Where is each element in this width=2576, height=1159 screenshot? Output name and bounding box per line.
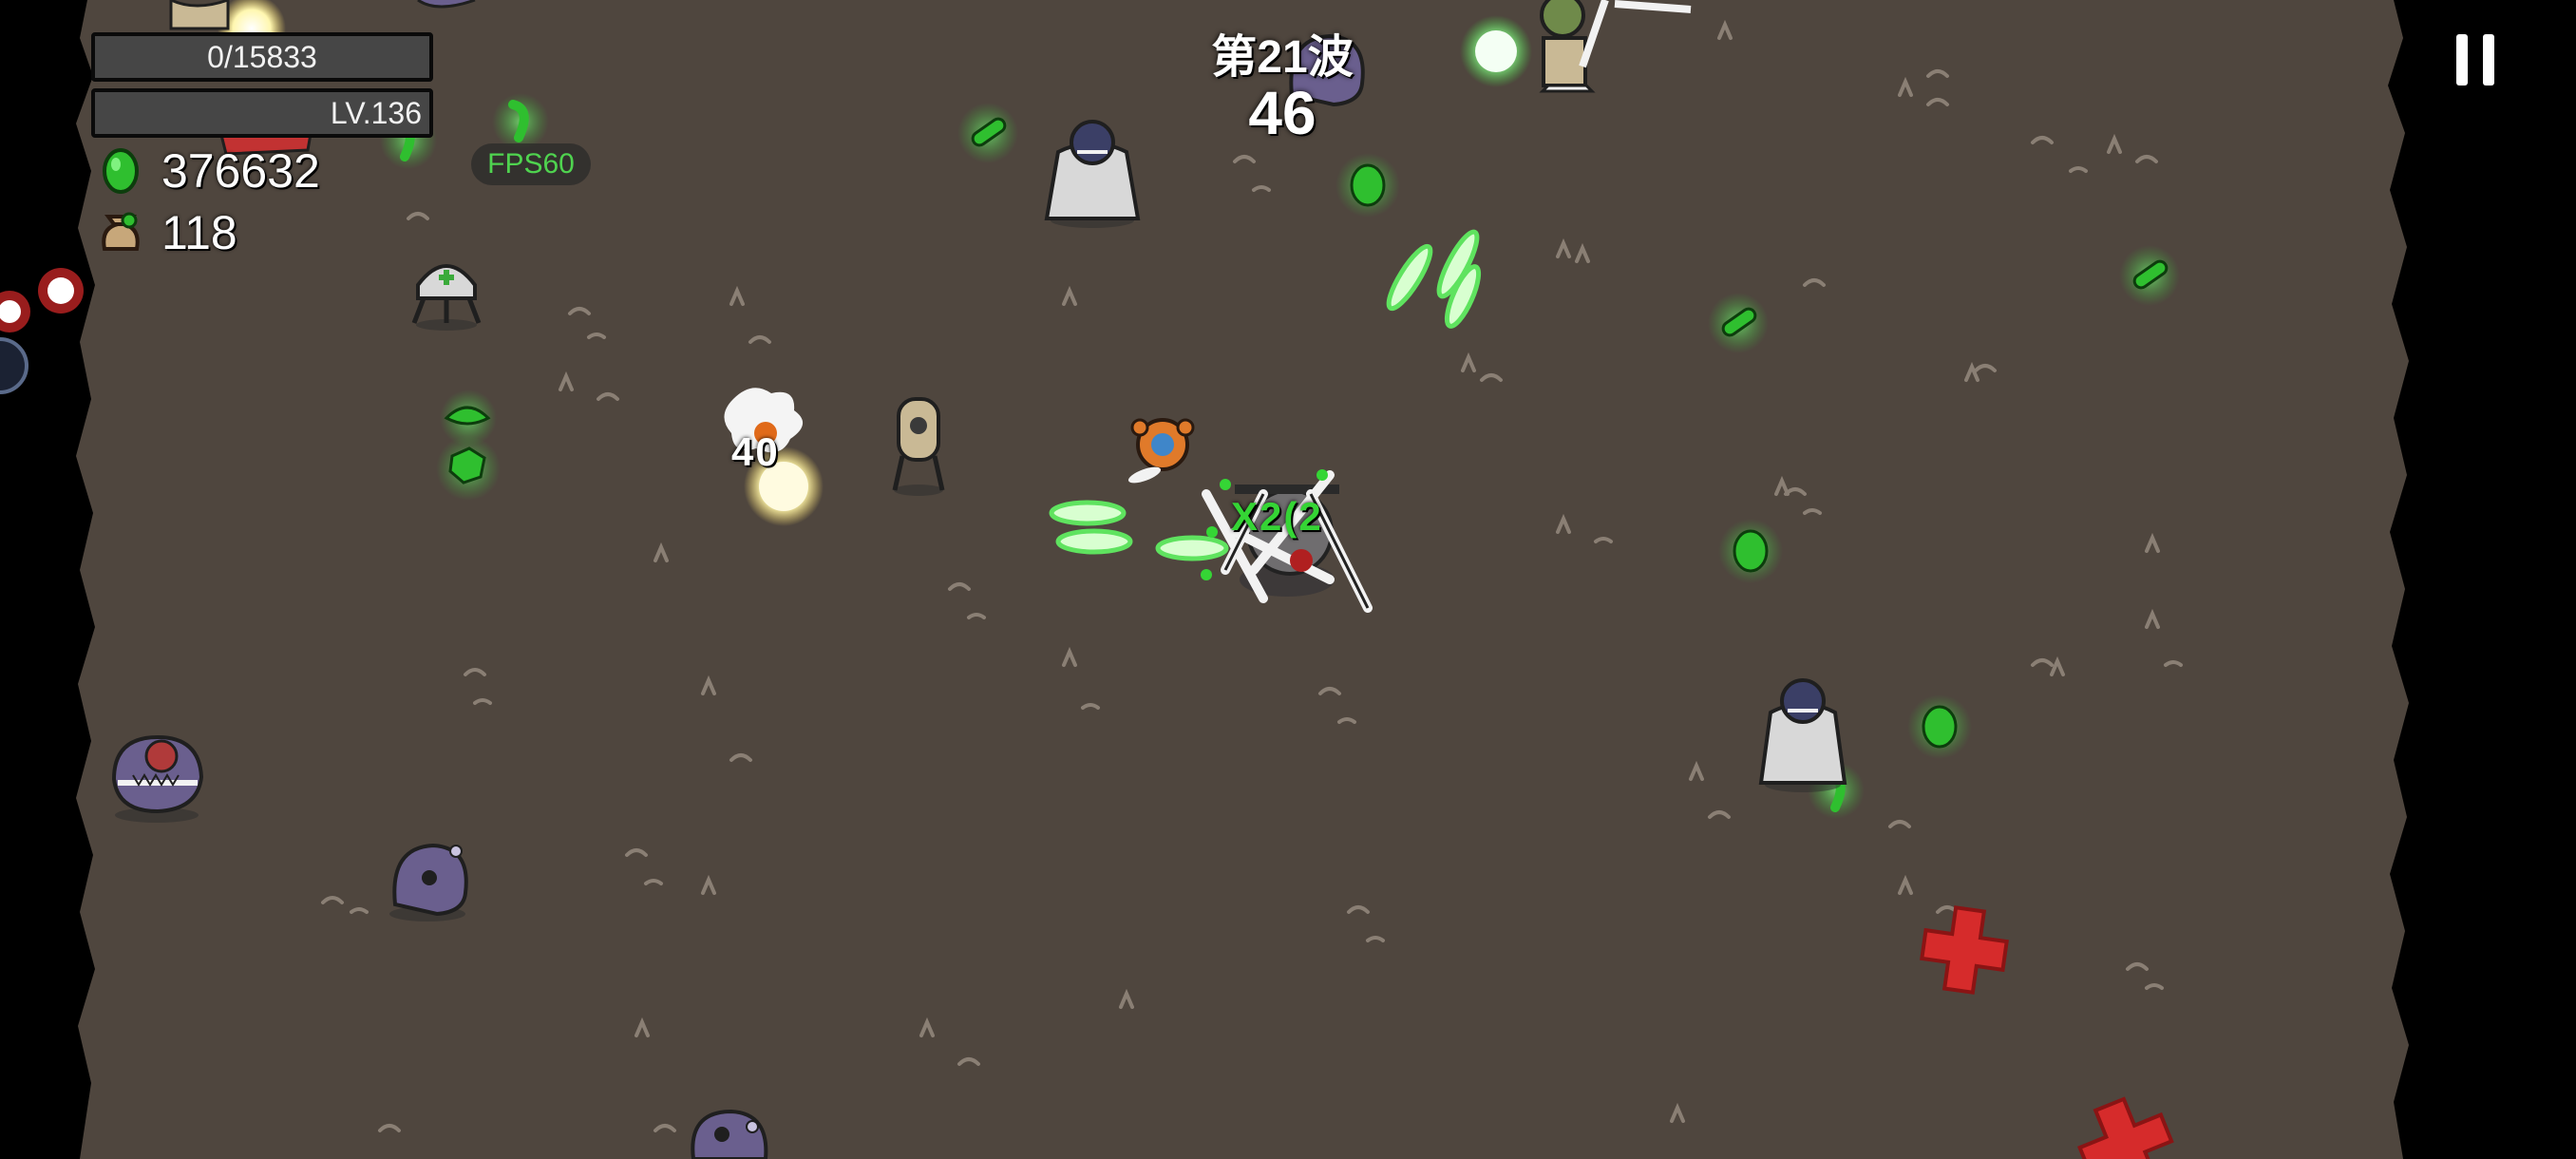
material-drop — [2119, 245, 2180, 306]
green-material-icon — [103, 148, 139, 194]
material-drop — [957, 103, 1018, 163]
arena-border-left — [0, 0, 95, 1159]
fps-counter: FPS60 — [471, 143, 591, 185]
arena-border-right — [2388, 0, 2576, 1159]
pause-icon — [2456, 34, 2468, 86]
materials-count: 376632 — [161, 144, 320, 198]
pause-icon-bar — [2483, 34, 2494, 86]
wave-label: 第21波 — [1211, 32, 1354, 83]
material-drop — [440, 390, 497, 446]
material-drop — [1708, 293, 1769, 353]
money-bag-icon — [102, 212, 140, 251]
glow-orb — [1475, 30, 1517, 72]
combo-text: X2(2 — [1231, 494, 1323, 539]
experience-bar: 0/15833 — [91, 32, 433, 82]
material-drop — [1907, 694, 1972, 759]
pause-button[interactable] — [2443, 27, 2510, 93]
level-text: LV.136 — [330, 96, 422, 130]
material-drop — [1718, 519, 1783, 583]
damage-number: 40 — [731, 429, 780, 474]
purple-slug-enemy — [691, 1109, 768, 1159]
arena-canvas — [0, 0, 2576, 1159]
material-drop — [1335, 153, 1400, 218]
material-drop — [492, 93, 549, 150]
wave-timer: 46 — [1248, 79, 1316, 147]
experience-text: 0/15833 — [207, 40, 317, 74]
game-arena — [0, 0, 2576, 1159]
bag-count: 118 — [161, 206, 237, 259]
materials-counter: 376632 — [95, 142, 320, 200]
level-bar: LV.136 — [91, 88, 433, 138]
bag-counter: 118 — [95, 204, 237, 261]
